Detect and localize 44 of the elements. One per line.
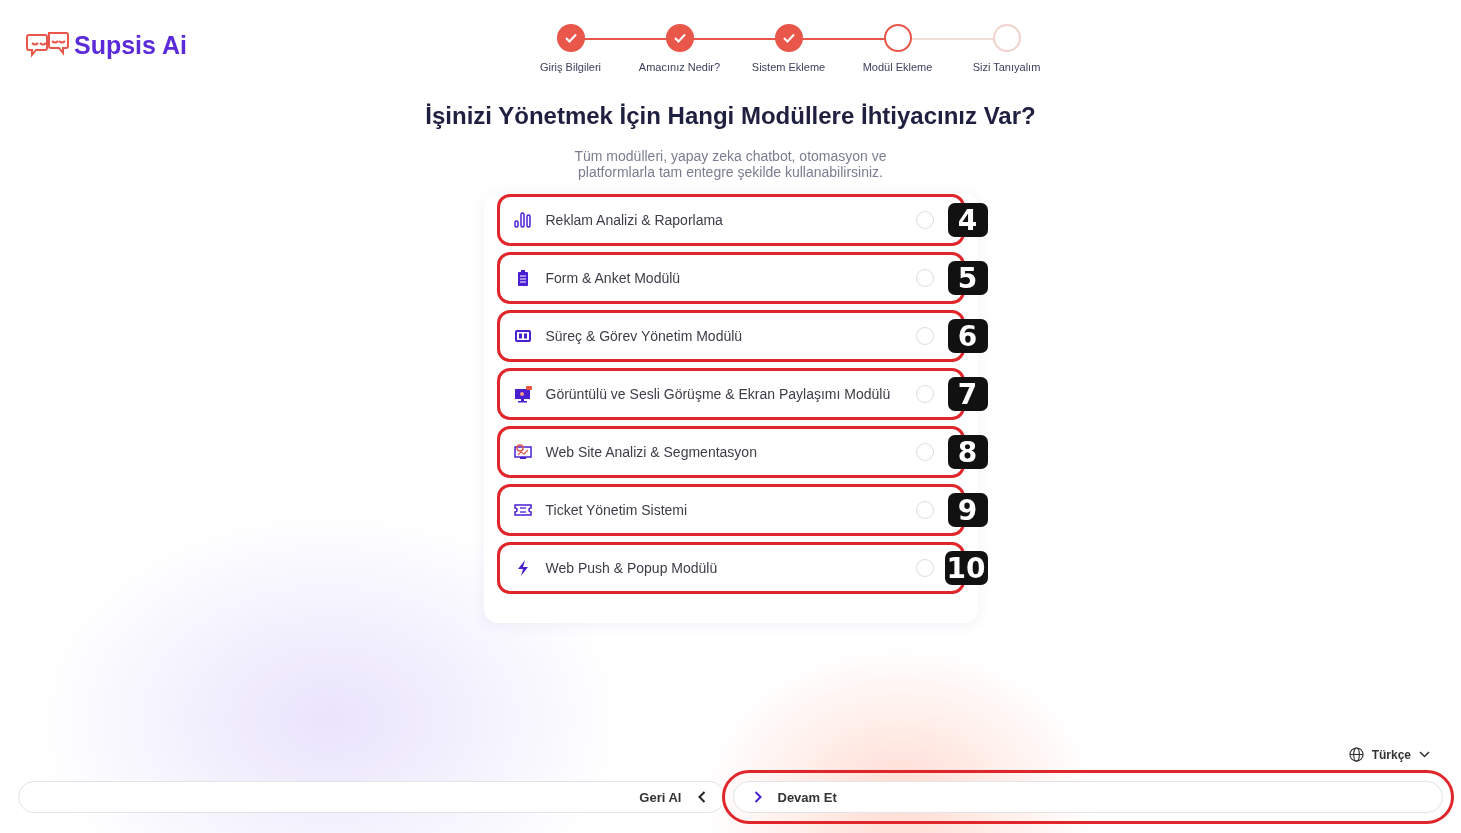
callout-number: 8: [947, 435, 988, 469]
radio-button[interactable]: [915, 559, 934, 577]
callout-number: 10: [944, 551, 988, 585]
step-label: Giriş Bilgileri: [539, 61, 602, 73]
module-label: Web Site Analizi & Segmentasyon: [545, 444, 758, 460]
radio-button[interactable]: [915, 269, 934, 287]
ticket-icon: [513, 501, 532, 519]
step-label: Sistem Ekleme: [751, 61, 826, 73]
logo-icon: [26, 30, 70, 60]
callout-number: 4: [947, 203, 988, 237]
radio-button[interactable]: [915, 327, 934, 345]
chevron-right-icon: [753, 791, 762, 803]
module-label: Reklam Analizi & Raporlama: [545, 212, 724, 228]
module-label: Görüntülü ve Sesli Görüşme & Ekran Paylaşımı Modülü: [545, 386, 892, 402]
board-icon: [513, 327, 532, 345]
bar-chart-icon: [513, 211, 532, 229]
module-label: Form & Anket Modülü: [545, 270, 682, 286]
step-label: Sizi Tanıyalım: [972, 61, 1041, 73]
callout-number: 9: [947, 493, 988, 527]
step-label: Modül Ekleme: [862, 61, 933, 73]
radio-button[interactable]: [915, 385, 934, 403]
language-selector[interactable]: Türkçe: [1342, 746, 1436, 763]
chevron-left-icon: [697, 791, 706, 803]
step-label: Amacınız Nedir?: [638, 61, 721, 73]
radio-button[interactable]: [915, 211, 934, 229]
back-button[interactable]: Geri Al: [18, 781, 725, 813]
radio-button[interactable]: [915, 443, 934, 461]
callout-number: 6: [947, 319, 988, 353]
check-icon: [673, 33, 686, 43]
module-label: Süreç & Görev Yönetim Modülü: [545, 328, 744, 344]
monitor-gear-icon: [513, 443, 532, 461]
callout-number: 5: [947, 261, 988, 295]
page-title: İşinizi Yönetmek İçin Hangi Modüllere İhtiyacınız Var?: [425, 102, 1036, 130]
logo-text: Supsis Ai: [74, 30, 187, 60]
chevron-down-icon: [1419, 751, 1430, 758]
globe-icon: [1348, 747, 1364, 762]
check-icon: [564, 33, 577, 43]
module-label: Web Push & Popup Modülü: [545, 560, 719, 576]
callout-number: 7: [947, 377, 988, 411]
monitor-icon: [513, 385, 532, 403]
page-subtitle: Tüm modülleri, yapay zeka chatbot, otomasyon ve platformlarla tam entegre şekilde kullanabilirsiniz.: [573, 148, 888, 180]
check-icon: [782, 33, 795, 43]
radio-button[interactable]: [915, 501, 934, 519]
module-label: Ticket Yönetim Sistemi: [545, 502, 689, 518]
